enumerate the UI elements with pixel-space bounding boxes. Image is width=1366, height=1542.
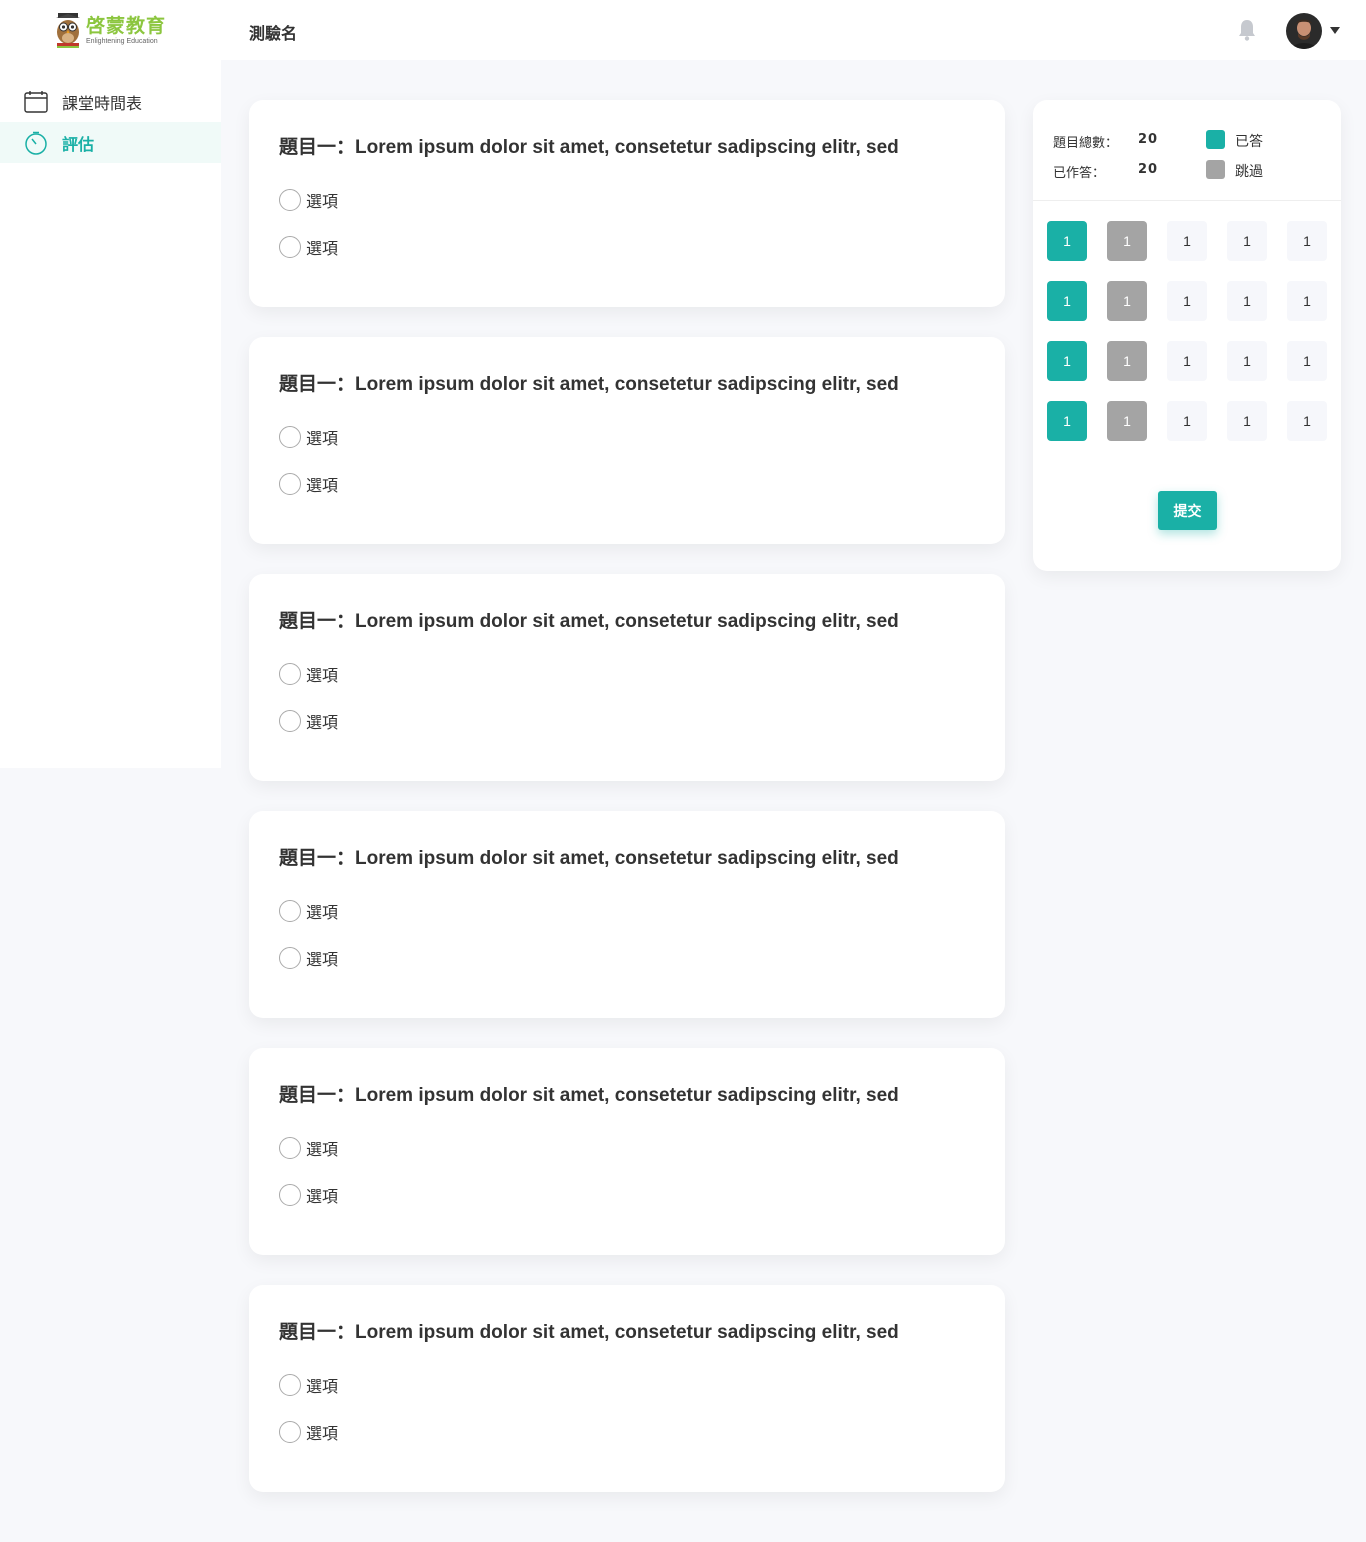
answer-option[interactable]: 選項 — [279, 662, 338, 686]
radio-button[interactable] — [279, 189, 301, 211]
calendar-icon — [24, 90, 48, 113]
progress-panel: 題目總數： 20 已作答： 20 已答 跳過 11111111111111111… — [1033, 100, 1341, 571]
option-label: 選項 — [306, 1377, 339, 1396]
answer-option[interactable]: 選項 — [279, 235, 338, 259]
question-title: 題目一：Lorem ipsum dolor sit amet, consetet… — [279, 1085, 899, 1106]
radio-button[interactable] — [279, 1137, 301, 1159]
option-label: 選項 — [306, 1424, 339, 1443]
question-nav-button[interactable]: 1 — [1227, 221, 1267, 261]
avatar[interactable] — [1286, 13, 1322, 49]
radio-button[interactable] — [279, 1374, 301, 1396]
chevron-down-icon[interactable] — [1330, 27, 1340, 34]
question-card: 題目一：Lorem ipsum dolor sit amet, consetet… — [249, 811, 1005, 1018]
answer-option[interactable]: 選項 — [279, 1183, 338, 1207]
question-nav-button[interactable]: 1 — [1107, 281, 1147, 321]
question-nav-button[interactable]: 1 — [1167, 341, 1207, 381]
option-label: 選項 — [306, 666, 339, 685]
sidebar-item-label: 課堂時間表 — [62, 93, 143, 113]
bell-icon[interactable] — [1237, 19, 1257, 41]
total-questions-label: 題目總數： — [1053, 136, 1119, 151]
question-title: 題目一：Lorem ipsum dolor sit amet, consetet… — [279, 137, 899, 158]
radio-button[interactable] — [279, 710, 301, 732]
question-title: 題目一：Lorem ipsum dolor sit amet, consetet… — [279, 1322, 899, 1343]
sidebar-item-assessment[interactable]: 評估 — [0, 122, 221, 163]
question-nav-button[interactable]: 1 — [1167, 401, 1207, 441]
option-label: 選項 — [306, 1187, 339, 1206]
radio-button[interactable] — [279, 473, 301, 495]
answer-option[interactable]: 選項 — [279, 946, 338, 970]
question-nav-button[interactable]: 1 — [1227, 281, 1267, 321]
question-nav-button[interactable]: 1 — [1107, 221, 1147, 261]
question-card: 題目一：Lorem ipsum dolor sit amet, consetet… — [249, 574, 1005, 781]
question-nav-button[interactable]: 1 — [1287, 281, 1327, 321]
question-nav-button[interactable]: 1 — [1287, 341, 1327, 381]
panel-divider — [1033, 200, 1341, 201]
question-title: 題目一：Lorem ipsum dolor sit amet, consetet… — [279, 848, 899, 869]
user-avatar-icon — [1286, 13, 1322, 49]
total-questions-value: 20 — [1138, 132, 1159, 147]
question-nav-button[interactable]: 1 — [1167, 281, 1207, 321]
option-label: 選項 — [306, 713, 339, 732]
radio-button[interactable] — [279, 1421, 301, 1443]
option-label: 選項 — [306, 950, 339, 969]
question-nav-button[interactable]: 1 — [1227, 401, 1267, 441]
owl-logo-icon — [56, 13, 80, 48]
question-card: 題目一：Lorem ipsum dolor sit amet, consetet… — [249, 337, 1005, 544]
sidebar-item-label: 評估 — [62, 134, 95, 154]
answer-option[interactable]: 選項 — [279, 899, 338, 923]
question-nav-button[interactable]: 1 — [1287, 221, 1327, 261]
question-card: 題目一：Lorem ipsum dolor sit amet, consetet… — [249, 1285, 1005, 1492]
option-label: 選項 — [306, 1140, 339, 1159]
stopwatch-icon — [25, 131, 47, 155]
radio-button[interactable] — [279, 236, 301, 258]
option-label: 選項 — [306, 476, 339, 495]
question-nav-button[interactable]: 1 — [1047, 221, 1087, 261]
legend-skipped-swatch — [1206, 160, 1225, 179]
question-title: 題目一：Lorem ipsum dolor sit amet, consetet… — [279, 611, 899, 632]
radio-button[interactable] — [279, 900, 301, 922]
option-label: 選項 — [306, 192, 339, 211]
answered-count-label: 已作答： — [1053, 166, 1106, 181]
question-title: 題目一：Lorem ipsum dolor sit amet, consetet… — [279, 374, 899, 395]
question-nav-button[interactable]: 1 — [1167, 221, 1207, 261]
page-title: 測驗名 — [249, 24, 298, 43]
question-card: 題目一：Lorem ipsum dolor sit amet, consetet… — [249, 1048, 1005, 1255]
top-header: 測驗名 — [221, 0, 1366, 60]
question-nav-button[interactable]: 1 — [1047, 401, 1087, 441]
sidebar: 啓蒙教育 Enlightening Education 課堂時間表 評估 — [0, 0, 221, 768]
answer-option[interactable]: 選項 — [279, 1136, 338, 1160]
answer-option[interactable]: 選項 — [279, 709, 338, 733]
answer-option[interactable]: 選項 — [279, 472, 338, 496]
question-nav-button[interactable]: 1 — [1287, 401, 1327, 441]
option-label: 選項 — [306, 429, 339, 448]
radio-button[interactable] — [279, 426, 301, 448]
option-label: 選項 — [306, 903, 339, 922]
answered-count-value: 20 — [1138, 162, 1159, 177]
legend-answered-label: 已答 — [1235, 134, 1263, 150]
question-nav-button[interactable]: 1 — [1047, 341, 1087, 381]
brand-tagline: Enlightening Education — [86, 37, 158, 45]
legend-answered-swatch — [1206, 130, 1225, 149]
answer-option[interactable]: 選項 — [279, 1420, 338, 1444]
question-nav-button[interactable]: 1 — [1107, 401, 1147, 441]
sidebar-item-schedule[interactable]: 課堂時間表 — [0, 81, 221, 122]
question-nav-button[interactable]: 1 — [1107, 341, 1147, 381]
answer-option[interactable]: 選項 — [279, 425, 338, 449]
question-nav-button[interactable]: 1 — [1227, 341, 1267, 381]
brand-logo[interactable]: 啓蒙教育 Enlightening Education — [54, 10, 174, 50]
answer-option[interactable]: 選項 — [279, 1373, 338, 1397]
submit-button[interactable]: 提交 — [1158, 491, 1217, 530]
radio-button[interactable] — [279, 1184, 301, 1206]
option-label: 選項 — [306, 239, 339, 258]
brand-name: 啓蒙教育 — [86, 14, 167, 37]
answer-option[interactable]: 選項 — [279, 188, 338, 212]
legend-skipped-label: 跳過 — [1235, 164, 1263, 180]
radio-button[interactable] — [279, 947, 301, 969]
question-card: 題目一：Lorem ipsum dolor sit amet, consetet… — [249, 100, 1005, 307]
radio-button[interactable] — [279, 663, 301, 685]
question-nav-button[interactable]: 1 — [1047, 281, 1087, 321]
